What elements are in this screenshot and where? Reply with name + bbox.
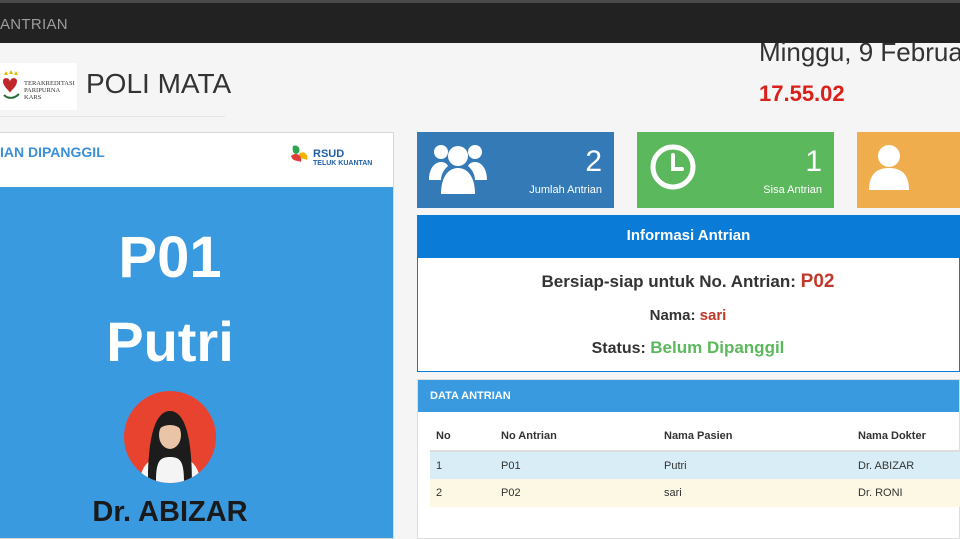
next-status-line: Status: Belum Dipanggil xyxy=(418,338,958,358)
called-patient-name: Putri xyxy=(106,310,234,373)
logo-text: TERAKREDITASI PARIPURNA KARS xyxy=(24,80,75,101)
header-divider xyxy=(0,116,225,117)
next-patient-line: Nama: sari xyxy=(418,307,958,324)
column-header-doctor: Nama Dokter xyxy=(852,421,960,452)
next-status-label: Status: xyxy=(591,340,646,357)
next-queue-line: Bersiap-siap untuk No. Antrian: P02 xyxy=(418,271,958,293)
page-title: POLI MATA xyxy=(86,68,232,99)
table-row: 2 P02 sari Dr. RONI xyxy=(430,479,960,507)
next-patient-name: sari xyxy=(699,307,727,324)
called-panel-title: IAN DIPANGGIL xyxy=(0,144,105,160)
table-cell: 2 xyxy=(430,479,495,507)
queue-info-panel: Informasi Antrian Bersiap-siap untuk No.… xyxy=(417,215,960,372)
column-header-queue-number: No Antrian xyxy=(495,421,658,452)
rsud-logo-name: RSUD xyxy=(313,148,345,160)
rsud-logo: RSUD TELUK KUANTAN xyxy=(287,142,383,172)
called-queue-number: P01 xyxy=(118,225,222,290)
kars-emblem-icon xyxy=(3,70,20,99)
next-patient-label: Nama: xyxy=(649,307,696,324)
stat-remaining-queue: 1 Sisa Antrian xyxy=(637,132,834,208)
stat-total-label: Jumlah Antrian xyxy=(529,184,602,196)
next-queue-number: P02 xyxy=(800,271,835,292)
next-queue-label: Bersiap-siap untuk No. Antrian: xyxy=(541,272,796,291)
called-panel-header: IAN DIPANGGIL RSUD TELUK KUANTAN xyxy=(0,133,393,187)
column-header-no: No xyxy=(430,421,495,452)
clock-icon xyxy=(650,144,696,190)
table-cell: Dr. RONI xyxy=(852,479,960,507)
doctor-avatar xyxy=(124,391,216,483)
called-queue-panel: IAN DIPANGGIL RSUD TELUK KUANTAN P01 Put… xyxy=(0,132,394,539)
table-cell: P02 xyxy=(495,479,658,507)
table-cell: Putri xyxy=(658,451,852,479)
table-cell: P01 xyxy=(495,451,658,479)
accreditation-logo: TERAKREDITASI PARIPURNA KARS xyxy=(0,63,77,110)
stat-third-card xyxy=(857,132,960,208)
rsud-emblem-icon xyxy=(291,145,308,162)
table-cell: Dr. ABIZAR xyxy=(852,451,960,479)
column-header-patient: Nama Pasien xyxy=(658,421,852,452)
stat-remaining-value: 1 xyxy=(805,145,822,178)
navbar-brand[interactable]: ANTRIAN xyxy=(0,16,68,33)
table-cell: sari xyxy=(658,479,852,507)
user-icon xyxy=(869,145,909,190)
queue-info-title: Informasi Antrian xyxy=(418,216,959,258)
stat-total-queue: 2 Jumlah Antrian xyxy=(417,132,614,208)
table-row: 1 P01 Putri Dr. ABIZAR xyxy=(430,451,960,479)
next-status-value: Belum Dipanggil xyxy=(650,338,785,357)
stat-remaining-label: Sisa Antrian xyxy=(763,184,822,196)
date-display: Minggu, 9 Februa xyxy=(759,37,960,67)
table-cell: 1 xyxy=(430,451,495,479)
rsud-logo-subtitle: TELUK KUANTAN xyxy=(313,160,373,167)
doctor-photo-icon xyxy=(140,411,200,483)
queue-data-panel: DATA ANTRIAN No No Antrian Nama Pasien N… xyxy=(417,379,960,539)
users-icon xyxy=(429,145,487,194)
called-doctor-name: Dr. ABIZAR xyxy=(92,496,248,528)
clock-display: 17.55.02 xyxy=(759,81,845,106)
stat-total-value: 2 xyxy=(585,145,602,178)
table-header-row: No No Antrian Nama Pasien Nama Dokter xyxy=(430,421,960,452)
queue-data-title: DATA ANTRIAN xyxy=(418,380,959,412)
queue-table: No No Antrian Nama Pasien Nama Dokter 1 … xyxy=(430,421,960,507)
